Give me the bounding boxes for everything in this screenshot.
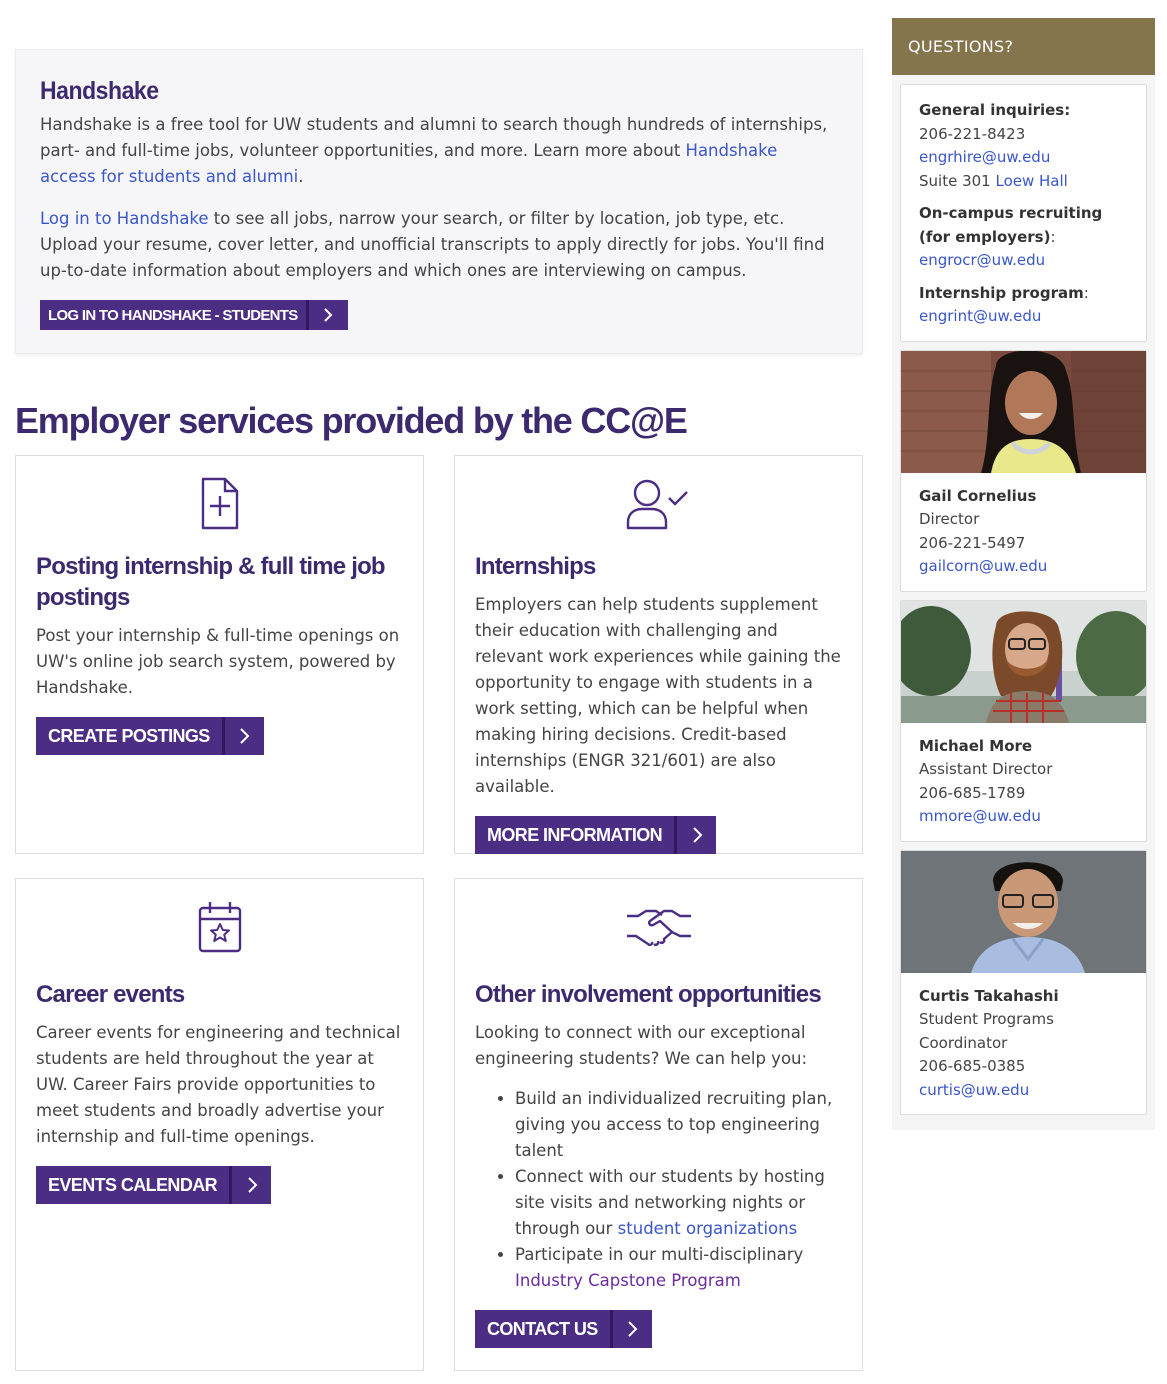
chevron-right-icon: [609, 1310, 652, 1348]
general-phone: 206-221-8423: [919, 124, 1026, 143]
card-text: Post your internship & full-time opening…: [36, 626, 400, 697]
staff-title: Assistant Director: [919, 760, 1053, 778]
student-organizations-link[interactable]: student organizations: [618, 1219, 798, 1238]
sidebar-header: QUESTIONS?: [892, 18, 1155, 75]
login-handshake-link[interactable]: Log in to Handshake: [40, 209, 209, 228]
card-events: Career events Career events for engineer…: [15, 878, 424, 1371]
staff-card: Gail Cornelius Director 206-221-5497 gai…: [900, 349, 1147, 592]
card-title: Career events: [36, 981, 185, 1008]
card-title: Internships: [475, 553, 596, 580]
staff-email-link[interactable]: curtis@uw.edu: [919, 1081, 1029, 1099]
staff-email-link[interactable]: mmore@uw.edu: [919, 807, 1041, 825]
handshake-panel: Handshake Handshake is a free tool for U…: [15, 49, 863, 354]
staff-phone: 206-685-1789: [919, 783, 1026, 802]
staff-photo: [901, 350, 1146, 473]
chevron-right-icon: [674, 816, 716, 854]
contact-info-box: General inquiries: 206-221-8423 engrhire…: [900, 84, 1147, 342]
contact-us-button[interactable]: CONTACT US: [475, 1310, 652, 1348]
more-information-button[interactable]: MORE INFORMATION: [475, 816, 717, 854]
card-text: Employers can help students supplement t…: [475, 595, 841, 796]
loew-hall-link[interactable]: Loew Hall: [995, 172, 1067, 190]
card-internships: Internships Employers can help students …: [454, 455, 863, 854]
staff-card: Michael More Assistant Director 206-685-…: [900, 599, 1147, 842]
staff-phone: 206-221-5497: [919, 533, 1026, 552]
calendar-star-icon: [197, 900, 243, 958]
events-calendar-button[interactable]: EVENTS CALENDAR: [36, 1166, 272, 1204]
card-other: Other involvement opportunities Looking …: [454, 878, 863, 1371]
staff-photo: [901, 600, 1146, 723]
card-title: Posting internship & full time job posti…: [36, 553, 386, 611]
document-plus-icon: [199, 476, 241, 536]
card-title: Other involvement opportunities: [475, 981, 822, 1008]
involvement-list: Build an individualized recruiting plan,…: [515, 1086, 842, 1294]
staff-card: Curtis Takahashi Student Programs Coordi…: [900, 849, 1147, 1115]
section-title: Employer services provided by the CC@E: [15, 400, 688, 441]
staff-title: Director: [919, 510, 980, 528]
chevron-right-icon: [221, 717, 264, 755]
create-postings-button[interactable]: CREATE POSTINGS: [36, 717, 264, 755]
internship-email-link[interactable]: engrint@uw.edu: [919, 307, 1041, 325]
user-check-icon: [625, 476, 693, 536]
handshake-title: Handshake: [40, 77, 159, 105]
questions-sidebar: QUESTIONS? General inquiries: 206-221-84…: [892, 18, 1155, 1130]
list-item: Participate in our multi-disciplinary In…: [515, 1242, 842, 1294]
chevron-right-icon: [305, 300, 348, 330]
handshake-icon: [626, 906, 692, 952]
chevron-right-icon: [229, 1166, 271, 1204]
industry-capstone-link[interactable]: Industry Capstone Program: [515, 1271, 741, 1290]
staff-email-link[interactable]: gailcorn@uw.edu: [919, 557, 1047, 575]
oncampus-email-link[interactable]: engrocr@uw.edu: [919, 251, 1045, 269]
handshake-intro: Handshake is a free tool for UW students…: [40, 115, 828, 186]
list-item: Connect with our students by hosting sit…: [515, 1164, 842, 1242]
general-email-link[interactable]: engrhire@uw.edu: [919, 148, 1050, 166]
staff-name: Gail Cornelius: [919, 486, 1037, 505]
staff-photo: [901, 850, 1146, 973]
login-handshake-students-button[interactable]: LOG IN TO HANDSHAKE - STUDENTS: [40, 300, 348, 330]
staff-name: Curtis Takahashi: [919, 986, 1059, 1005]
staff-phone: 206-685-0385: [919, 1057, 1026, 1075]
card-posting: Posting internship & full time job posti…: [15, 455, 424, 854]
staff-title: Student Programs Coordinator: [919, 1010, 1054, 1052]
handshake-login-text: Log in to Handshake to see all jobs, nar…: [40, 209, 825, 280]
card-text: Looking to connect with our exceptional …: [475, 1023, 808, 1068]
list-item: Build an individualized recruiting plan,…: [515, 1086, 842, 1164]
card-text: Career events for engineering and techni…: [36, 1023, 401, 1146]
staff-name: Michael More: [919, 736, 1033, 755]
